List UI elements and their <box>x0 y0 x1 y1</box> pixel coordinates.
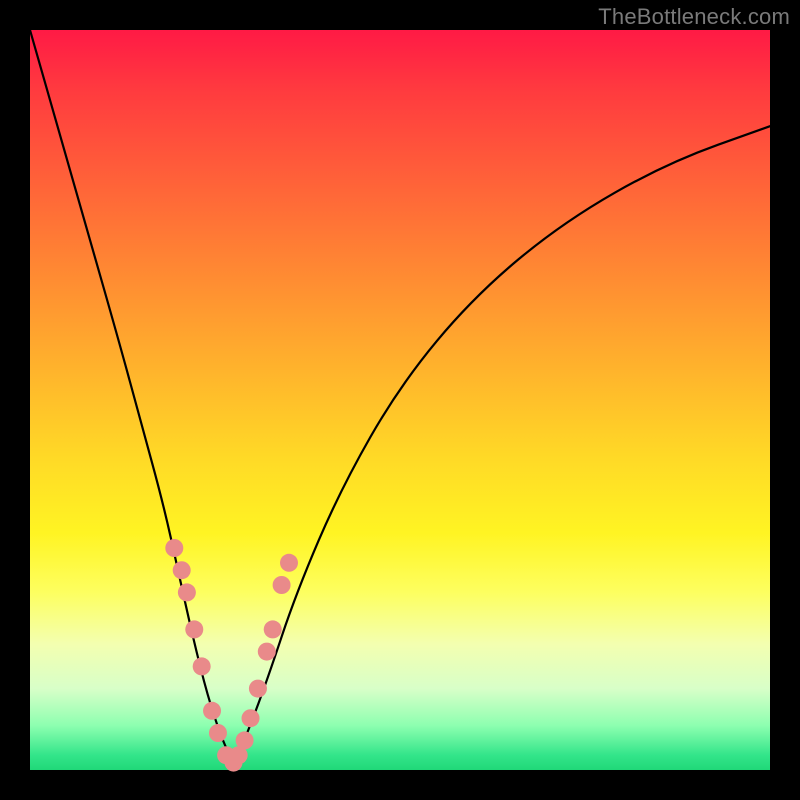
watermark-text: TheBottleneck.com <box>598 4 790 30</box>
marker-point <box>165 539 183 557</box>
outer-frame: TheBottleneck.com <box>0 0 800 800</box>
marker-point <box>173 561 191 579</box>
marker-point <box>185 620 203 638</box>
chart-svg <box>30 30 770 770</box>
marker-point <box>242 709 260 727</box>
marker-point <box>249 680 267 698</box>
marker-point <box>273 576 291 594</box>
plot-area <box>30 30 770 770</box>
bottleneck-curve <box>30 30 770 757</box>
marker-point <box>203 702 221 720</box>
marker-point <box>258 643 276 661</box>
marker-point <box>280 554 298 572</box>
marker-point <box>209 724 227 742</box>
marker-point <box>178 583 196 601</box>
marker-point <box>264 620 282 638</box>
marker-point <box>193 657 211 675</box>
marker-point <box>236 731 254 749</box>
marker-group <box>165 539 298 772</box>
